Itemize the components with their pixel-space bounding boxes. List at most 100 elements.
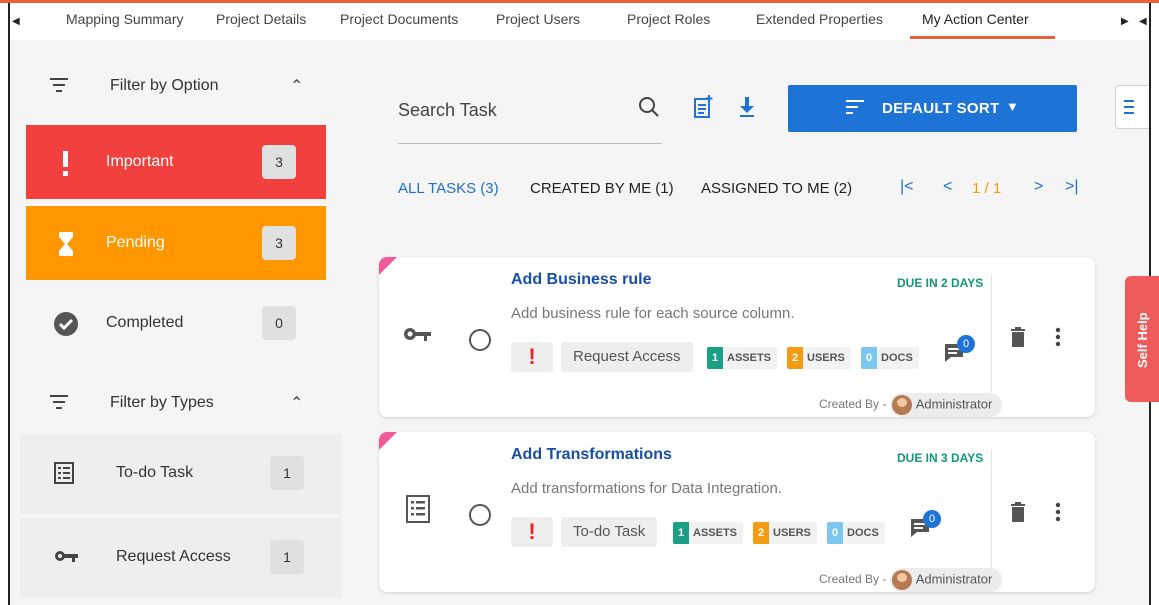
- tab-my-action-center[interactable]: My Action Center: [922, 11, 1029, 27]
- next-page-icon[interactable]: >: [1034, 178, 1043, 196]
- sort-icon: [846, 100, 864, 114]
- task-card[interactable]: Add Transformations DUE IN 3 DAYS Add tr…: [379, 432, 1095, 592]
- tab-project-roles[interactable]: Project Roles: [627, 11, 710, 27]
- assets-label: ASSETS: [693, 527, 738, 539]
- docs-label: DOCS: [847, 527, 879, 539]
- tab-created-by-me[interactable]: CREATED BY ME (1): [530, 180, 674, 197]
- filter-todo-task-label: To-do Task: [116, 464, 194, 481]
- filter-by-types-header[interactable]: Filter by Types ⌃: [20, 377, 332, 427]
- filter-todo-task-count: 1: [270, 456, 304, 490]
- due-date-label: DUE IN 2 DAYS: [897, 276, 984, 290]
- filter-pending-count: 3: [262, 226, 296, 260]
- due-date-label: DUE IN 3 DAYS: [897, 451, 984, 465]
- previous-page-icon[interactable]: <: [943, 178, 952, 196]
- task-title[interactable]: Add Business rule: [511, 271, 651, 289]
- side-menu-button[interactable]: [1115, 85, 1149, 129]
- download-icon[interactable]: [738, 95, 756, 119]
- todo-list-icon: [54, 462, 74, 484]
- creator-name: Administrator: [915, 396, 993, 412]
- users-badge[interactable]: 2 USERS: [753, 522, 817, 544]
- scroll-left-icon[interactable]: ◀: [12, 16, 20, 27]
- collapse-left-icon[interactable]: ◀: [1139, 16, 1147, 27]
- delete-icon[interactable]: [1011, 502, 1025, 522]
- assets-badge[interactable]: 1 ASSETS: [707, 347, 778, 369]
- task-description: Add transformations for Data Integration…: [511, 480, 782, 497]
- hourglass-icon: [59, 232, 73, 256]
- chevron-up-icon[interactable]: ⌃: [290, 393, 303, 413]
- creator-chip: Administrator: [889, 393, 1003, 417]
- scroll-right-icon[interactable]: ▶: [1121, 16, 1129, 27]
- key-icon: [55, 551, 78, 562]
- assets-badge[interactable]: 1 ASSETS: [673, 522, 744, 544]
- tab-project-users[interactable]: Project Users: [496, 11, 580, 27]
- chevron-up-icon[interactable]: ⌃: [290, 76, 303, 96]
- assets-count: 1: [673, 522, 689, 544]
- filter-important-label: Important: [106, 153, 174, 170]
- docs-badge[interactable]: 0 DOCS: [861, 347, 919, 369]
- page-indicator: 1 / 1: [972, 180, 1002, 197]
- more-vert-icon[interactable]: [1055, 502, 1061, 522]
- tab-project-details[interactable]: Project Details: [216, 11, 306, 27]
- docs-count: 0: [827, 522, 843, 544]
- filter-completed-label: Completed: [106, 314, 184, 331]
- creator-name: Administrator: [915, 571, 993, 587]
- filter-icon: [50, 395, 68, 409]
- last-page-icon[interactable]: >|: [1065, 178, 1079, 196]
- more-vert-icon[interactable]: [1055, 327, 1061, 347]
- docs-count: 0: [861, 347, 877, 369]
- delete-icon[interactable]: [1011, 327, 1025, 347]
- task-type-chip: To-do Task: [561, 517, 658, 547]
- first-page-icon[interactable]: |<: [900, 178, 914, 196]
- key-icon: [404, 328, 431, 341]
- tab-extended-properties[interactable]: Extended Properties: [756, 11, 883, 27]
- filter-important[interactable]: Important 3: [26, 125, 326, 199]
- created-by: Created By - Administrator: [819, 568, 1003, 592]
- task-title[interactable]: Add Transformations: [511, 446, 672, 464]
- filter-completed-count: 0: [262, 306, 296, 340]
- tab-project-documents[interactable]: Project Documents: [340, 11, 458, 27]
- users-label: USERS: [807, 352, 845, 364]
- action-center-main: Search Task DEFAULT SORT ▼ ALL TASKS (3)…: [342, 40, 1149, 605]
- assets-count: 1: [707, 347, 723, 369]
- users-badge[interactable]: 2 USERS: [787, 347, 851, 369]
- search-icon[interactable]: [638, 96, 660, 118]
- filter-by-types-label: Filter by Types: [110, 394, 214, 411]
- comments-button[interactable]: 0: [909, 510, 941, 543]
- filter-by-option-label: Filter by Option: [110, 77, 219, 94]
- tab-mapping-summary[interactable]: Mapping Summary: [66, 11, 184, 27]
- complete-task-radio[interactable]: [469, 504, 491, 526]
- docs-label: DOCS: [881, 352, 913, 364]
- tab-assigned-to-me[interactable]: ASSIGNED TO ME (2): [701, 180, 852, 197]
- filter-request-access-label: Request Access: [116, 548, 231, 565]
- important-icon: !: [511, 342, 553, 372]
- filter-todo-task[interactable]: To-do Task 1: [20, 434, 342, 514]
- filter-icon: [50, 78, 68, 92]
- search-underline: [398, 143, 662, 144]
- important-icon: !: [511, 517, 553, 547]
- priority-flag: [379, 257, 397, 275]
- users-count: 2: [787, 347, 803, 369]
- tab-all-tasks[interactable]: ALL TASKS (3): [398, 180, 499, 197]
- add-task-icon[interactable]: [694, 95, 714, 119]
- search-input[interactable]: Search Task: [398, 100, 497, 121]
- assets-label: ASSETS: [727, 352, 772, 364]
- creator-chip: Administrator: [889, 568, 1003, 592]
- priority-flag: [379, 432, 397, 450]
- filter-completed[interactable]: Completed 0: [26, 286, 326, 360]
- caret-down-icon: ▼: [1006, 99, 1019, 114]
- filter-request-access[interactable]: Request Access 1: [20, 518, 342, 598]
- docs-badge[interactable]: 0 DOCS: [827, 522, 885, 544]
- filter-pending[interactable]: Pending 3: [26, 206, 326, 280]
- created-by: Created By - Administrator: [819, 393, 1003, 417]
- users-count: 2: [753, 522, 769, 544]
- default-sort-button[interactable]: DEFAULT SORT ▼: [788, 85, 1077, 132]
- avatar: [891, 570, 912, 590]
- complete-task-radio[interactable]: [469, 329, 491, 351]
- avatar: [891, 395, 912, 415]
- created-by-label: Created By -: [819, 397, 887, 412]
- comments-button[interactable]: 0: [943, 335, 975, 368]
- self-help-button[interactable]: Self Help: [1125, 276, 1159, 402]
- users-label: USERS: [773, 527, 811, 539]
- filter-by-option-header[interactable]: Filter by Option ⌃: [20, 60, 332, 110]
- task-card[interactable]: Add Business rule DUE IN 2 DAYS Add busi…: [379, 257, 1095, 417]
